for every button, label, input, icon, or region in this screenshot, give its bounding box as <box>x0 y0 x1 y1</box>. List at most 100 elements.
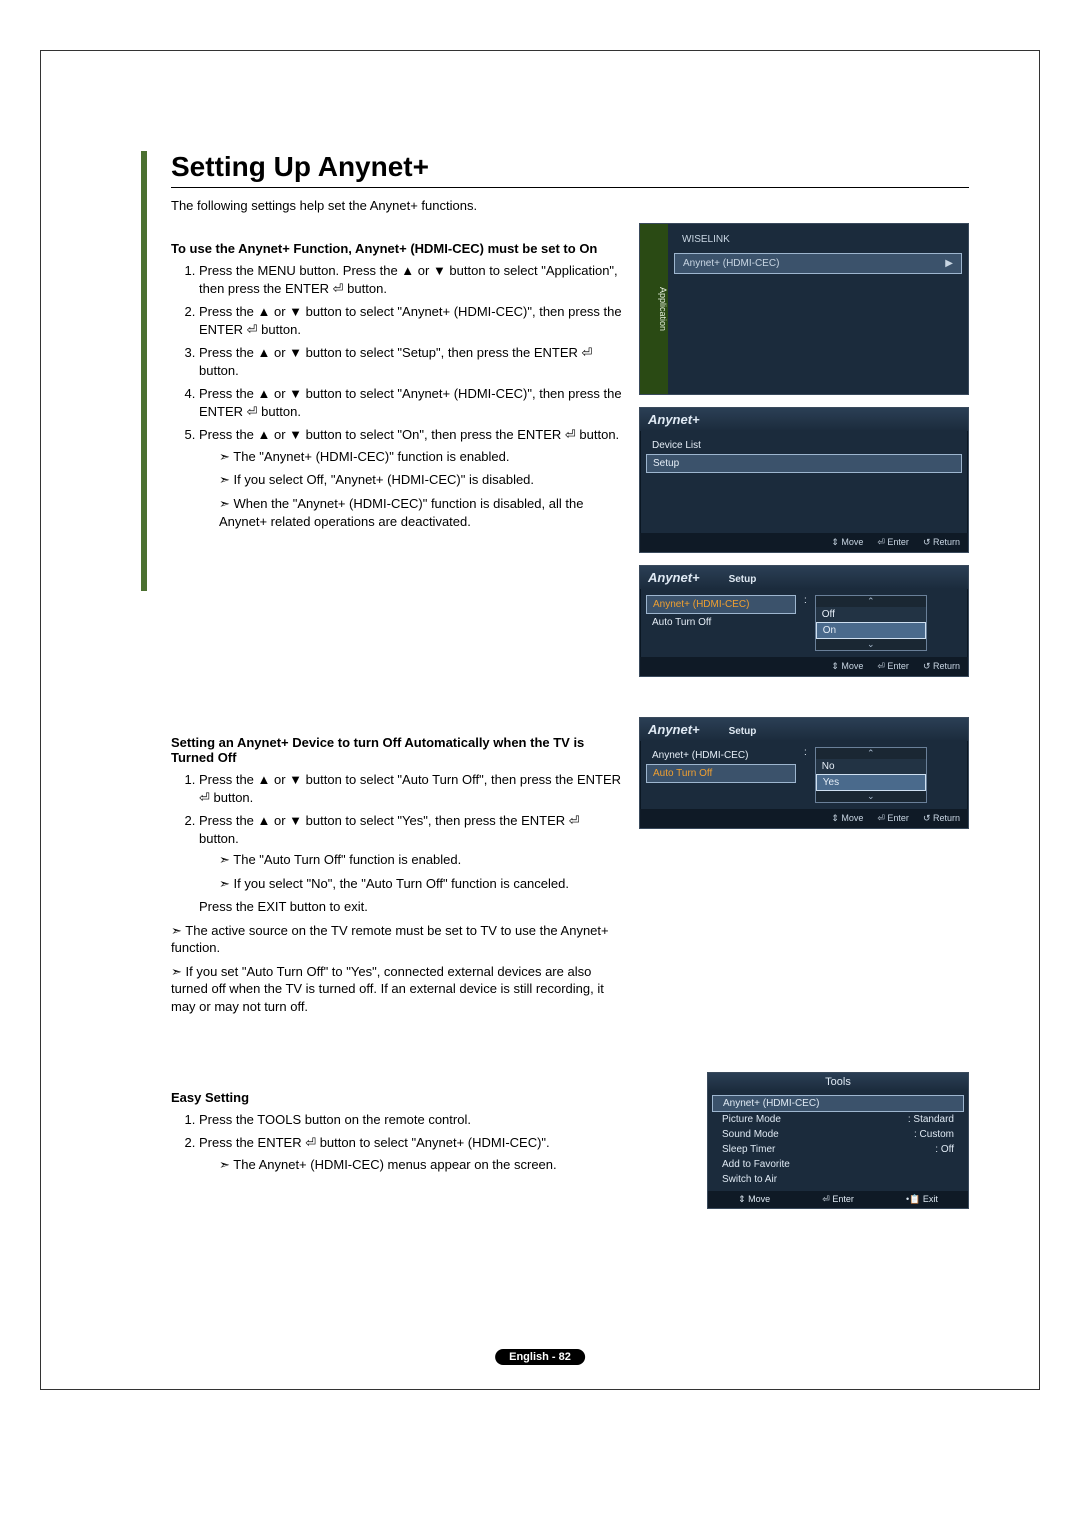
section3-steps: Press the TOOLS button on the remote con… <box>171 1111 623 1174</box>
section3-heading: Easy Setting <box>171 1090 623 1105</box>
step-item: Press the TOOLS button on the remote con… <box>199 1111 623 1129</box>
menu-item-setup[interactable]: Setup <box>646 454 962 473</box>
page-number-badge: English - 82 <box>495 1349 585 1365</box>
osd-anynet-menu: Anynet+ Device List Setup ⇕ Move ⏎ Enter… <box>639 407 969 553</box>
tools-row-favorite[interactable]: Add to Favorite <box>712 1157 964 1172</box>
chevron-down-icon: ⌄ <box>816 639 926 650</box>
hint-move: ⇕ Move <box>831 537 863 548</box>
step-item: Press the ENTER ⏎ button to select "Anyn… <box>199 1134 623 1173</box>
step-item: Press the ▲ or ▼ button to select "Anyne… <box>199 303 623 338</box>
setup-row-auto-turn-off[interactable]: Auto Turn Off <box>646 764 796 783</box>
section2-steps: Press the ▲ or ▼ button to select "Auto … <box>171 771 623 916</box>
step5-sublist: The "Anynet+ (HDMI-CEC)" function is ena… <box>199 448 623 530</box>
note-item: The active source on the TV remote must … <box>171 922 623 957</box>
step-text: Press the ▲ or ▼ button to select "Yes",… <box>199 813 580 846</box>
section2-sublist: The "Auto Turn Off" function is enabled.… <box>199 851 623 892</box>
osd-footer-hints: ⇕ Move ⏎ Enter ↺ Return <box>640 657 968 676</box>
sub-item: When the "Anynet+ (HDMI-CEC)" function i… <box>219 495 623 530</box>
setup-row-anynet[interactable]: Anynet+ (HDMI-CEC) <box>646 747 796 764</box>
tools-footer-hints: ⇕ Move ⏎ Enter •📋 Exit <box>708 1191 968 1208</box>
hint-enter: ⏎ Enter <box>877 813 909 824</box>
tools-row-value: Off <box>941 1144 954 1155</box>
brand-label: Anynet+ <box>648 570 700 585</box>
step-item: Press the MENU button. Press the ▲ or ▼ … <box>199 262 623 297</box>
step-text: Press the ▲ or ▼ button to select "On", … <box>199 427 619 442</box>
step-item: Press the ▲ or ▼ button to select "Auto … <box>199 771 623 806</box>
anynet-brand: Anynet+ Setup <box>640 718 968 741</box>
anynet-brand: Anynet+ <box>640 408 968 431</box>
hint-move: ⇕ Move <box>831 661 863 672</box>
tools-row-sleep[interactable]: Sleep Timer : Off <box>712 1142 964 1157</box>
chevron-right-icon: ▶ <box>945 258 953 269</box>
section-accent-bar <box>141 151 147 591</box>
hint-return: ↺ Return <box>923 537 960 548</box>
app-menu-item[interactable]: WISELINK <box>674 230 962 249</box>
setup-title: Setup <box>729 726 757 737</box>
option-off[interactable]: Off <box>816 607 926 622</box>
setup-title: Setup <box>729 574 757 585</box>
hint-enter: ⏎ Enter <box>877 537 909 548</box>
brand-label: Anynet+ <box>648 722 700 737</box>
osd-application-menu: Application WISELINK Anynet+ (HDMI-CEC) … <box>639 223 969 395</box>
hint-move: ⇕ Move <box>738 1194 770 1205</box>
section3-sublist: The Anynet+ (HDMI-CEC) menus appear on t… <box>199 1156 623 1174</box>
chevron-up-icon: ⌃ <box>816 748 926 759</box>
anynet-brand: Anynet+ Setup <box>640 566 968 589</box>
setup-row-auto-turn-off[interactable]: Auto Turn Off <box>646 614 796 631</box>
tools-row-label: Sleep Timer <box>722 1144 775 1155</box>
step-text: Press the ENTER ⏎ button to select "Anyn… <box>199 1135 550 1150</box>
tools-row-value: Standard <box>913 1114 954 1125</box>
osd-footer-hints: ⇕ Move ⏎ Enter ↺ Return <box>640 809 968 828</box>
section2-notes: The active source on the TV remote must … <box>171 922 623 1016</box>
step-item: Press the ▲ or ▼ button to select "Anyne… <box>199 385 623 420</box>
section1-steps: Press the MENU button. Press the ▲ or ▼ … <box>171 262 623 530</box>
menu-item-device-list[interactable]: Device List <box>646 437 962 454</box>
setup-row-anynet[interactable]: Anynet+ (HDMI-CEC) <box>646 595 796 614</box>
page-title: Setting Up Anynet+ <box>171 151 969 188</box>
option-on[interactable]: On <box>816 622 926 639</box>
step-item: Press the ▲ or ▼ button to select "Yes",… <box>199 812 623 916</box>
section1-heading: To use the Anynet+ Function, Anynet+ (HD… <box>171 241 623 256</box>
hint-enter: ⏎ Enter <box>822 1194 854 1205</box>
hint-return: ↺ Return <box>923 661 960 672</box>
sub-item: If you select "No", the "Auto Turn Off" … <box>219 875 623 893</box>
section2-heading: Setting an Anynet+ Device to turn Off Au… <box>171 735 623 765</box>
sub-item: If you select Off, "Anynet+ (HDMI-CEC)" … <box>219 471 623 489</box>
app-item-label: Anynet+ (HDMI-CEC) <box>683 258 779 269</box>
tools-row-anynet[interactable]: Anynet+ (HDMI-CEC) <box>712 1095 964 1112</box>
sub-item: The Anynet+ (HDMI-CEC) menus appear on t… <box>219 1156 623 1174</box>
tools-row-switch[interactable]: Switch to Air <box>712 1172 964 1187</box>
option-yes[interactable]: Yes <box>816 774 926 791</box>
step-item: Press the ▲ or ▼ button to select "Setup… <box>199 344 623 379</box>
osd-footer-hints: ⇕ Move ⏎ Enter ↺ Return <box>640 533 968 552</box>
tools-row-label: Switch to Air <box>722 1174 777 1185</box>
hint-move: ⇕ Move <box>831 813 863 824</box>
tools-row-sound[interactable]: Sound Mode : Custom <box>712 1127 964 1142</box>
option-no[interactable]: No <box>816 759 926 774</box>
hint-enter: ⏎ Enter <box>877 661 909 672</box>
hint-exit: •📋 Exit <box>906 1194 938 1205</box>
app-menu-item-selected[interactable]: Anynet+ (HDMI-CEC) ▶ <box>674 253 962 274</box>
osd-setup-auto: Anynet+ Setup Anynet+ (HDMI-CEC) Auto Tu… <box>639 717 969 829</box>
step-item: Press the ▲ or ▼ button to select "On", … <box>199 426 623 530</box>
exit-line: Press the EXIT button to exit. <box>199 898 623 916</box>
tools-row-label: Anynet+ (HDMI-CEC) <box>723 1098 819 1109</box>
sub-item: The "Anynet+ (HDMI-CEC)" function is ena… <box>219 448 623 466</box>
chevron-up-icon: ⌃ <box>816 596 926 607</box>
tools-row-value: Custom <box>920 1129 954 1140</box>
tools-title: Tools <box>708 1073 968 1091</box>
tools-row-label: Sound Mode <box>722 1129 779 1140</box>
hint-return: ↺ Return <box>923 813 960 824</box>
tools-row-label: Add to Favorite <box>722 1159 790 1170</box>
intro-text: The following settings help set the Anyn… <box>171 198 969 213</box>
note-item: If you set "Auto Turn Off" to "Yes", con… <box>171 963 623 1016</box>
tools-row-picture[interactable]: Picture Mode : Standard <box>712 1112 964 1127</box>
dropdown-anynet-options[interactable]: ⌃ Off On ⌄ <box>815 595 927 651</box>
dropdown-auto-options[interactable]: ⌃ No Yes ⌄ <box>815 747 927 803</box>
application-tab-label: Application <box>640 224 668 394</box>
osd-tools-menu: Tools Anynet+ (HDMI-CEC) Picture Mode : … <box>707 1072 969 1209</box>
sub-item: The "Auto Turn Off" function is enabled. <box>219 851 623 869</box>
osd-setup-on: Anynet+ Setup Anynet+ (HDMI-CEC) Auto Tu… <box>639 565 969 677</box>
chevron-down-icon: ⌄ <box>816 791 926 802</box>
tools-row-label: Picture Mode <box>722 1114 781 1125</box>
